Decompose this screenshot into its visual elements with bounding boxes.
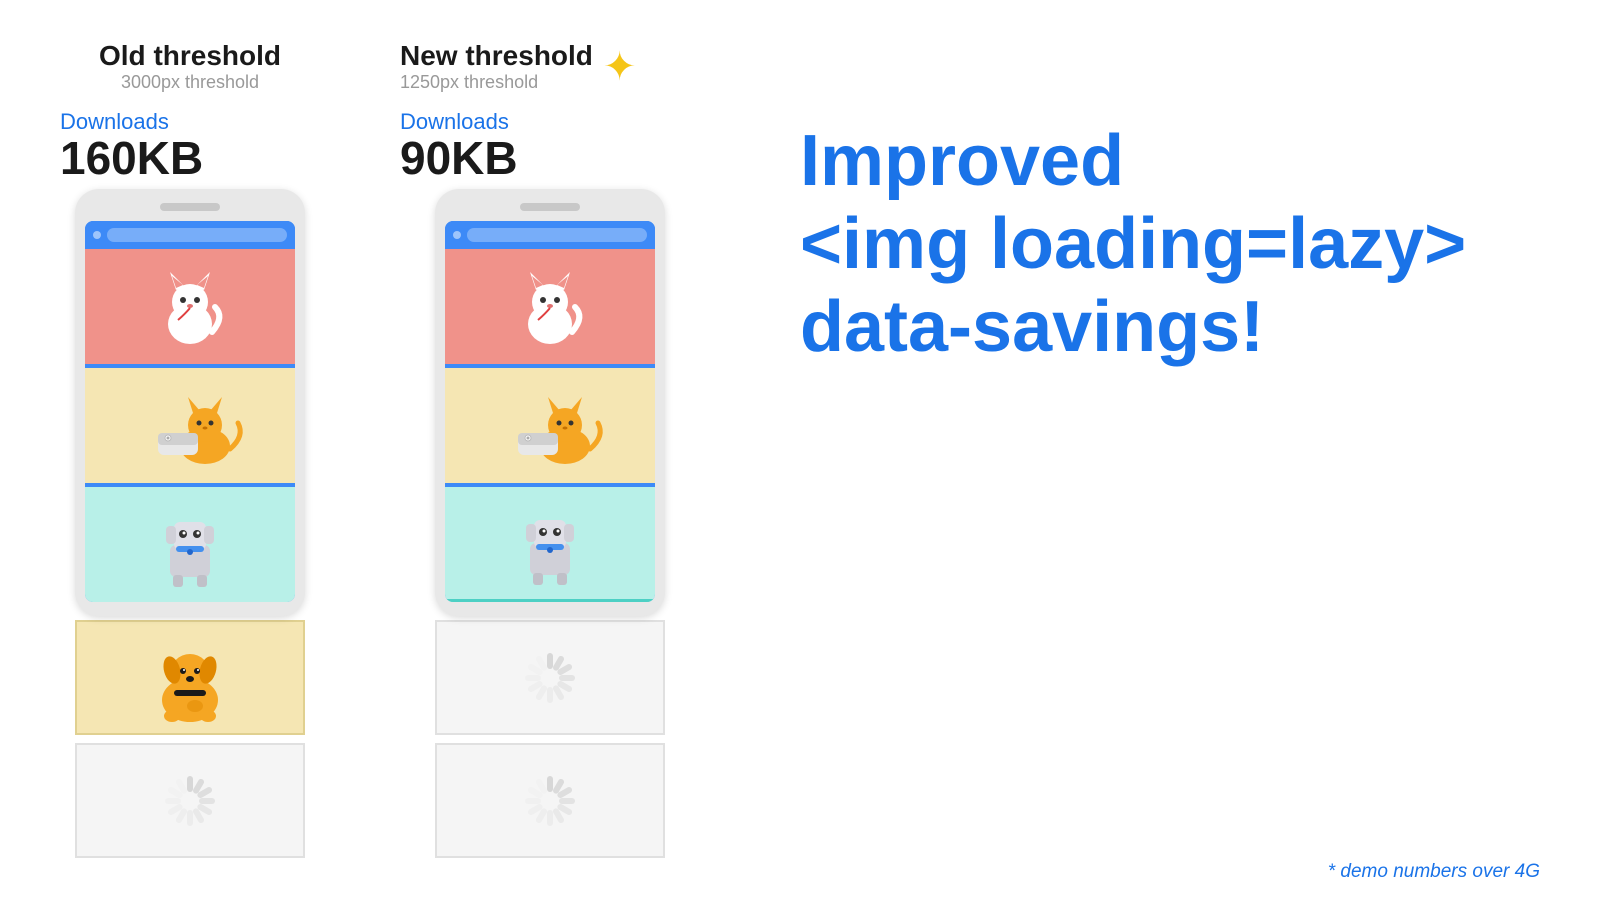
image-slot-cat-yellow xyxy=(85,368,295,483)
new-threshold-header: New threshold 1250px threshold ✦ xyxy=(400,40,700,93)
dog-yellow-illustration xyxy=(130,628,250,728)
loading-spinner-new-1 xyxy=(520,648,580,708)
sparkle-icon: ✦ xyxy=(603,47,637,87)
improved-line2: <img loading=lazy> xyxy=(800,204,1466,284)
main-container: Old threshold 3000px threshold Downloads… xyxy=(0,0,1600,919)
old-downloads-stats: Downloads 160KB xyxy=(60,109,203,181)
old-threshold-sub: 3000px threshold xyxy=(60,72,320,93)
new-phone-mockup xyxy=(435,189,665,616)
new-cat-red-illustration xyxy=(500,262,600,352)
browser-dot-1 xyxy=(93,231,101,239)
new-image-slot-dog-teal xyxy=(445,487,655,602)
improved-line1: Improved xyxy=(800,121,1124,201)
loading-spinner-old xyxy=(160,771,220,831)
new-threshold-title: New threshold xyxy=(400,40,593,72)
new-phone-screen xyxy=(445,221,655,602)
old-threshold-column: Old threshold 3000px threshold Downloads… xyxy=(60,40,320,862)
new-threshold-sub: 1250px threshold xyxy=(400,72,593,93)
demo-note: * demo numbers over 4G xyxy=(1328,861,1540,883)
new-below-phone-image-1-loading xyxy=(435,620,665,735)
new-browser-url-bar xyxy=(467,228,647,242)
new-browser-dot-1 xyxy=(453,231,461,239)
loading-spinner-new-2 xyxy=(520,771,580,831)
image-slot-cat-red xyxy=(85,249,295,364)
new-phone-notch xyxy=(520,203,580,211)
phone-screen xyxy=(85,221,295,602)
cat-yellow-illustration xyxy=(130,381,250,471)
new-below-phone-image-2-loading xyxy=(435,743,665,858)
cat-red-illustration xyxy=(140,262,240,352)
main-text-section: Improved <img loading=lazy> data-savings… xyxy=(760,40,1540,368)
phone-notch xyxy=(160,203,220,211)
new-cat-yellow-illustration xyxy=(490,381,610,471)
new-downloads-stats: Downloads 90KB xyxy=(400,109,518,181)
old-downloads-size: 160KB xyxy=(60,135,203,181)
new-threshold-column: New threshold 1250px threshold ✦ Downloa… xyxy=(400,40,700,862)
new-browser-bar xyxy=(445,221,655,249)
old-phone-mockup xyxy=(75,189,305,616)
below-phone-image-2-loading xyxy=(75,743,305,858)
image-slot-dog-teal xyxy=(85,487,295,602)
dog-teal-illustration xyxy=(140,500,240,590)
browser-bar xyxy=(85,221,295,249)
old-threshold-title: Old threshold xyxy=(60,40,320,72)
improved-line3: data-savings! xyxy=(800,287,1264,367)
new-dog-teal-illustration xyxy=(500,498,600,588)
new-image-slot-cat-red xyxy=(445,249,655,364)
below-phone-image-1 xyxy=(75,620,305,735)
new-downloads-size: 90KB xyxy=(400,135,518,181)
old-threshold-header: Old threshold 3000px threshold xyxy=(60,40,320,93)
new-image-slot-cat-yellow xyxy=(445,368,655,483)
improved-heading: Improved <img loading=lazy> data-savings… xyxy=(800,120,1540,368)
browser-url-bar xyxy=(107,228,287,242)
